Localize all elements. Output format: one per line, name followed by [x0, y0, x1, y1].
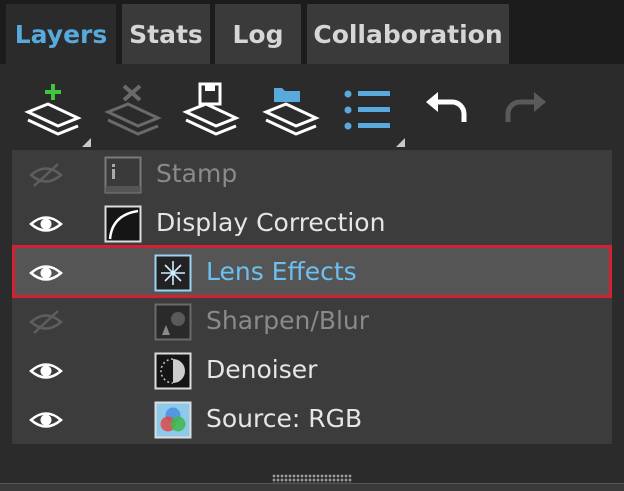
add-layer-icon — [24, 84, 82, 136]
tab-layers-label: Layers — [14, 19, 108, 49]
tab-collaboration[interactable]: Collaboration — [307, 4, 509, 64]
layer-row-source-rgb[interactable]: Source: RGB — [12, 395, 612, 444]
redo-icon — [505, 92, 546, 122]
rgb-source-icon — [154, 401, 192, 439]
open-layers-button[interactable] — [256, 78, 326, 142]
delete-layer-button[interactable] — [98, 78, 168, 142]
add-layer-button[interactable] — [18, 78, 88, 142]
add-layer-dropdown-indicator[interactable] — [82, 138, 91, 147]
undo-icon — [426, 92, 467, 122]
tab-layers[interactable]: Layers — [6, 4, 116, 64]
layer-row-stamp[interactable]: Stamp — [12, 150, 612, 199]
save-layers-button[interactable] — [176, 78, 246, 142]
layer-row-denoiser[interactable]: Denoiser — [12, 346, 612, 395]
tab-stats-label: Stats — [129, 19, 203, 49]
layer-label-lens-effects: Lens Effects — [206, 257, 357, 286]
tab-log-label: Log — [232, 19, 284, 49]
undo-button[interactable] — [412, 78, 482, 142]
open-layers-icon — [262, 88, 320, 136]
layer-row-lens-effects[interactable]: Lens Effects — [12, 248, 612, 297]
eye-icon[interactable] — [28, 407, 64, 433]
save-layers-icon — [182, 82, 240, 136]
curve-icon — [104, 205, 142, 243]
layer-list-dropdown-indicator[interactable] — [396, 138, 405, 147]
layer-label-denoiser: Denoiser — [206, 355, 318, 384]
stamp-icon — [104, 156, 142, 194]
tab-log[interactable]: Log — [215, 4, 301, 64]
sparkle-icon — [154, 254, 192, 292]
delete-layer-icon — [104, 84, 162, 136]
layer-label-stamp: Stamp — [156, 159, 238, 188]
layer-row-sharpen-blur[interactable]: Sharpen/Blur — [12, 297, 612, 346]
toolbar — [0, 64, 624, 150]
layer-list-button[interactable] — [334, 78, 404, 142]
eye-icon[interactable] — [28, 260, 64, 286]
tab-bar: Layers Stats Log Collaboration — [0, 0, 624, 64]
layer-label-display-correction: Display Correction — [156, 208, 386, 237]
denoise-icon — [154, 352, 192, 390]
eye-hidden-icon[interactable] — [28, 162, 64, 188]
layer-row-display-correction[interactable]: Display Correction — [12, 199, 612, 248]
list-icon — [344, 90, 390, 130]
sharpen-icon — [154, 303, 192, 341]
panel-footer — [0, 444, 624, 491]
redo-button[interactable] — [490, 78, 560, 142]
layer-label-sharpen-blur: Sharpen/Blur — [206, 306, 370, 335]
tab-stats[interactable]: Stats — [122, 4, 210, 64]
layer-label-source-rgb: Source: RGB — [206, 404, 363, 433]
tab-collaboration-label: Collaboration — [313, 19, 503, 49]
layer-list: Stamp Display Correction Lens Effects Sh… — [12, 150, 612, 444]
eye-icon[interactable] — [28, 211, 64, 237]
eye-icon[interactable] — [28, 358, 64, 384]
eye-hidden-icon[interactable] — [28, 309, 64, 335]
